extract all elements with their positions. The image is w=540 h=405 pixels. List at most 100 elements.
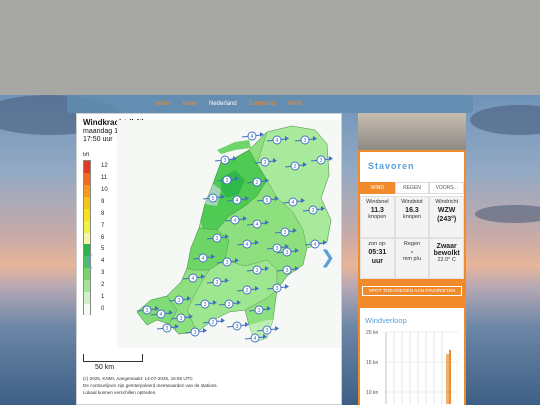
station-value: 3 (228, 302, 231, 308)
add-favorite-button[interactable]: SPOT TOEVOEGEN AAN FAVORIETEN (362, 286, 462, 296)
station-value: 3 (312, 208, 315, 214)
station-value: 4 (192, 276, 195, 282)
legend-swatch (84, 208, 90, 221)
legend-swatch (84, 232, 90, 245)
chart-tick-15: 15 kn (366, 360, 378, 366)
station-value: 3 (304, 138, 307, 144)
tab-regen[interactable]: REGEN (394, 182, 430, 194)
station-value: 3 (320, 158, 323, 164)
stat-value: WZW (437, 207, 456, 214)
stat-unit: knopen (402, 214, 422, 220)
menu-weer[interactable]: Weer (183, 101, 197, 107)
credit-line: (c) 2025, KNMI, Aangemaakt: 14-07-2025, … (83, 376, 193, 381)
station-value: 3 (256, 268, 259, 274)
station-value: 2 (246, 288, 249, 294)
station-value: 3 (258, 308, 261, 314)
station-value: 3 (264, 160, 267, 166)
station-value: 4 (256, 222, 259, 228)
map-scale-label: 50 km (95, 364, 115, 371)
legend-tick: 12 (101, 162, 108, 169)
tab-wind[interactable]: WIND (360, 182, 395, 194)
station-value: 3 (216, 236, 219, 242)
legend-swatch (84, 172, 90, 185)
station-value: 4 (236, 198, 239, 204)
station-value: 3 (236, 324, 239, 330)
netherlands-map[interactable]: 4 4 3 3 3 2 3 3 2 5 4 5 4 4 4 3 4 3 4 3 4 3 3 3 4 3 2 3 3 3 3 3 4 3 2 3 3 3 3 4… (117, 120, 341, 348)
windverloop-panel: Windverloop 20 kn 15 kn 10 kn (360, 308, 464, 405)
station-value: 3 (226, 178, 229, 184)
stat-unit: 22.0° C (437, 256, 456, 263)
legend-swatch (84, 161, 90, 173)
sidebar-photo (358, 113, 466, 150)
station-value: 3 (180, 316, 183, 322)
top-browser-area (0, 0, 540, 95)
legend-tick: 5 (101, 246, 105, 253)
stat-label: zon op: (368, 240, 387, 247)
station-value: 2 (256, 180, 259, 186)
legend-tick: 4 (101, 258, 105, 265)
legend-swatch (84, 280, 90, 293)
station-value: 3 (266, 328, 269, 334)
station-value: 4 (160, 312, 163, 318)
station-value: 3 (284, 230, 287, 236)
station-value: 4 (292, 200, 295, 206)
legend-swatch (84, 196, 90, 209)
legend-tick: 6 (101, 234, 105, 241)
station-value: 3 (224, 158, 227, 164)
stat-windrichting: Windricht WZW (243°) (429, 196, 464, 238)
menu-earthwind[interactable]: Earthwind (249, 101, 276, 107)
station-value: 4 (251, 134, 254, 140)
station-value: 3 (216, 280, 219, 286)
legend-unit: bft (83, 152, 90, 158)
tab-voorspelling[interactable]: VOORS... (429, 182, 465, 194)
station-value: 4 (246, 242, 249, 248)
bft-legend: bft 12 11 10 9 8 7 6 5 4 3 2 1 0 (83, 152, 113, 322)
station-value: 3 (146, 308, 149, 314)
stat-unit: knopen (368, 214, 387, 220)
station-value: 4 (314, 242, 317, 248)
next-chevron-icon[interactable]: ❯ (320, 248, 335, 266)
legend-tick: 3 (101, 270, 105, 277)
chart-tick-10: 10 kn (366, 390, 378, 396)
credit-line: De contourlijnen zijn geïnterpoleerd mee… (83, 383, 218, 388)
spot-tabs: WIND REGEN VOORS... (360, 182, 465, 194)
windverloop-chart: 20 kn 15 kn 10 kn (366, 330, 458, 404)
station-value: 5 (266, 198, 269, 204)
legend-tick: 10 (101, 186, 108, 193)
previous-chevron-icon[interactable]: ❮ (83, 252, 95, 269)
map-scale-bar (83, 354, 143, 362)
station-value: 3 (178, 298, 181, 304)
legend-tick: 0 (101, 306, 105, 313)
station-value: 4 (234, 218, 237, 224)
legend-tick: 1 (101, 294, 105, 301)
windverloop-title: Windverloop (365, 316, 407, 325)
stat-value: 16.3 (405, 207, 419, 214)
legend-tick: 7 (101, 222, 105, 229)
credit-line: Lokaal kunnen verschillen optreden. (83, 390, 157, 395)
stat-label: Zwaar bewolkt (433, 242, 460, 257)
station-value: 4 (254, 336, 257, 342)
legend-tick: 9 (101, 198, 105, 205)
station-value: 3 (286, 268, 289, 274)
stat-label: Regen (403, 240, 421, 247)
stat-bewolking: Zwaar bewolkt 22.0° C (429, 237, 464, 279)
station-value: 3 (204, 302, 207, 308)
station-value: 2 (294, 164, 297, 170)
legend-swatch (84, 304, 90, 316)
stat-unit: (243°) (437, 216, 457, 223)
stat-value: - (410, 248, 414, 256)
station-value: 3 (194, 330, 197, 336)
map-credits: (c) 2025, KNMI, Aangemaakt: 14-07-2025, … (83, 375, 313, 396)
wind-map-panel: Windkracht (bft) maandag 14 juli 2025 17… (76, 113, 342, 405)
menu-nederland[interactable]: Nederland (209, 101, 237, 107)
stat-value: 05:31 (368, 248, 387, 256)
legend-color-bar (83, 160, 91, 316)
station-value: 4 (276, 138, 279, 144)
menu-wind[interactable]: Wind (287, 101, 301, 107)
menu-water[interactable]: Water (155, 101, 171, 107)
stat-unit: uur (371, 257, 383, 265)
legend-tick: 2 (101, 282, 105, 289)
stat-regen: Regen - mm p/u (394, 237, 430, 279)
stat-unit: mm p/u (402, 255, 422, 262)
legend-swatch (84, 220, 90, 233)
